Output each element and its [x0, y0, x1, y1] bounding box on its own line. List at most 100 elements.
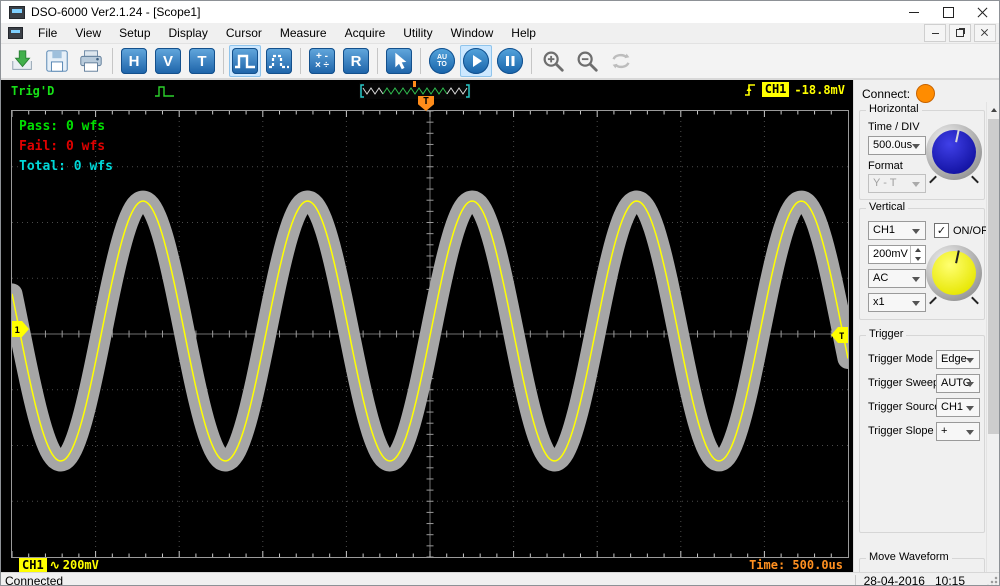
svg-text:T: T: [839, 332, 845, 342]
mdi-minimize-button[interactable]: [924, 24, 946, 42]
menu-item-setup[interactable]: Setup: [110, 24, 159, 42]
scope-graticule-waveform: 1T: [12, 111, 848, 557]
run-button[interactable]: [460, 45, 492, 77]
menu-item-cursor[interactable]: Cursor: [217, 24, 271, 42]
format-value: Y - T: [873, 177, 896, 189]
play-icon: [463, 48, 489, 74]
trigger-select-value-2: CH1: [941, 401, 963, 413]
preview-trigger-tick: [413, 81, 416, 87]
menu-item-file[interactable]: File: [29, 24, 66, 42]
format-select[interactable]: Y - T: [868, 174, 926, 193]
app-icon: [9, 6, 25, 19]
mdi-close-icon: [981, 29, 989, 37]
horizontal-group-title: Horizontal: [866, 103, 922, 115]
vertical-position-knob[interactable]: [926, 245, 982, 301]
channel-select[interactable]: CH1: [868, 221, 926, 240]
trigger-select-0[interactable]: Edge: [936, 350, 980, 369]
stop-button[interactable]: [494, 45, 526, 77]
trigger-group: Trigger Trigger ModeEdgeTrigger SweepAUT…: [859, 335, 985, 533]
menu-item-acquire[interactable]: Acquire: [336, 24, 395, 42]
auto-text-bottom: TO: [437, 61, 447, 68]
math-mul-div: × ÷: [315, 61, 329, 70]
toolbar-separator: [531, 48, 532, 74]
zoom-in-button[interactable]: [537, 45, 569, 77]
dashed-pulse-icon: [266, 48, 292, 74]
maximize-button[interactable]: [931, 1, 965, 23]
mdi-minimize-icon: [932, 33, 939, 34]
trigger-select-value-1: AUTO: [941, 377, 971, 389]
vertical-cursor-button[interactable]: V: [152, 45, 184, 77]
trigger-select-value-0: Edge: [941, 353, 967, 365]
panel-scrollbar[interactable]: [986, 102, 1000, 572]
zoom-out-button[interactable]: [571, 45, 603, 77]
trigger-select-3[interactable]: +: [936, 422, 980, 441]
scrollbar-thumb[interactable]: [988, 119, 999, 434]
mask-test-button[interactable]: [263, 45, 295, 77]
time-per-div: Time: 500.0us: [749, 558, 843, 572]
mdi-restore-button[interactable]: [949, 24, 971, 42]
connect-row: Connect:: [862, 84, 935, 103]
pulse-icon: [232, 48, 258, 74]
toolbar-separator: [377, 48, 378, 74]
refresh-button[interactable]: [605, 45, 637, 77]
cursor-measure-button[interactable]: [383, 45, 415, 77]
control-panel: Connect: Horizontal Time / DIV 500.0us F…: [853, 80, 1000, 572]
window-title: DSO-6000 Ver2.1.24 - [Scope1]: [31, 5, 200, 19]
mdi-close-button[interactable]: [974, 24, 996, 42]
format-label: Format: [868, 160, 903, 172]
app-window: DSO-6000 Ver2.1.24 - [Scope1] FileViewSe…: [0, 0, 1000, 586]
horizontal-cursor-button[interactable]: H: [118, 45, 150, 77]
horizontal-position-knob[interactable]: [926, 124, 982, 180]
channel-badge: CH1: [19, 558, 47, 573]
menu-item-view[interactable]: View: [66, 24, 110, 42]
title-bar: DSO-6000 Ver2.1.24 - [Scope1]: [1, 1, 999, 23]
coupling-select[interactable]: AC: [868, 269, 926, 288]
save-icon: [44, 48, 70, 74]
reference-button[interactable]: R: [340, 45, 372, 77]
document-icon: [8, 27, 23, 39]
scrollbar-up-icon[interactable]: [987, 102, 1000, 117]
t-icon: T: [189, 48, 215, 74]
zoom-out-icon: [574, 48, 600, 74]
volt-scale-spinner[interactable]: 200mV: [868, 245, 926, 264]
menu-item-measure[interactable]: Measure: [271, 24, 336, 42]
connection-status: Connected: [5, 574, 63, 586]
spinner-arrows[interactable]: [910, 246, 925, 263]
print-button[interactable]: [75, 45, 107, 77]
trigger-group-title: Trigger: [866, 328, 906, 340]
total-counter: Total: 0 wfs: [19, 157, 113, 177]
trigger-row-label-2: Trigger Source: [868, 401, 940, 413]
pause-icon: [497, 48, 523, 74]
trigger-level-value: -18.8mV: [794, 83, 845, 97]
resize-grip-icon[interactable]: [986, 576, 998, 586]
waveform-preview[interactable]: [359, 83, 471, 99]
menu-item-display[interactable]: Display: [160, 24, 217, 42]
menu-item-help[interactable]: Help: [502, 24, 545, 42]
trigger-readout: CH1 -18.8mV: [744, 82, 845, 97]
maximize-icon: [943, 7, 954, 18]
channel-value: CH1: [873, 224, 895, 236]
time-div-select[interactable]: 500.0us: [868, 136, 926, 155]
move-waveform-title: Move Waveform: [866, 551, 952, 563]
trigger-select-value-3: +: [941, 425, 947, 437]
connection-indicator[interactable]: [916, 84, 935, 103]
refresh-sync-icon: [608, 48, 634, 74]
trigger-position-marker[interactable]: T: [418, 96, 434, 111]
math-button[interactable]: + -× ÷: [306, 45, 338, 77]
pass-fail-button[interactable]: [229, 45, 261, 77]
trigger-row-label-0: Trigger Mode: [868, 353, 933, 365]
horizontal-knob-face: [932, 130, 976, 174]
math-icon: + -× ÷: [309, 48, 335, 74]
trigger-select-2[interactable]: CH1: [936, 398, 980, 417]
trigger-select-1[interactable]: AUTO: [936, 374, 980, 393]
menu-item-utility[interactable]: Utility: [394, 24, 441, 42]
import-button[interactable]: [7, 45, 39, 77]
autoset-button[interactable]: AUTO: [426, 45, 458, 77]
close-button[interactable]: [965, 1, 999, 23]
menu-item-window[interactable]: Window: [442, 24, 503, 42]
menu-items: FileViewSetupDisplayCursorMeasureAcquire…: [29, 24, 545, 42]
minimize-button[interactable]: [897, 1, 931, 23]
probe-select[interactable]: x1: [868, 293, 926, 312]
trigger-button[interactable]: T: [186, 45, 218, 77]
save-button[interactable]: [41, 45, 73, 77]
